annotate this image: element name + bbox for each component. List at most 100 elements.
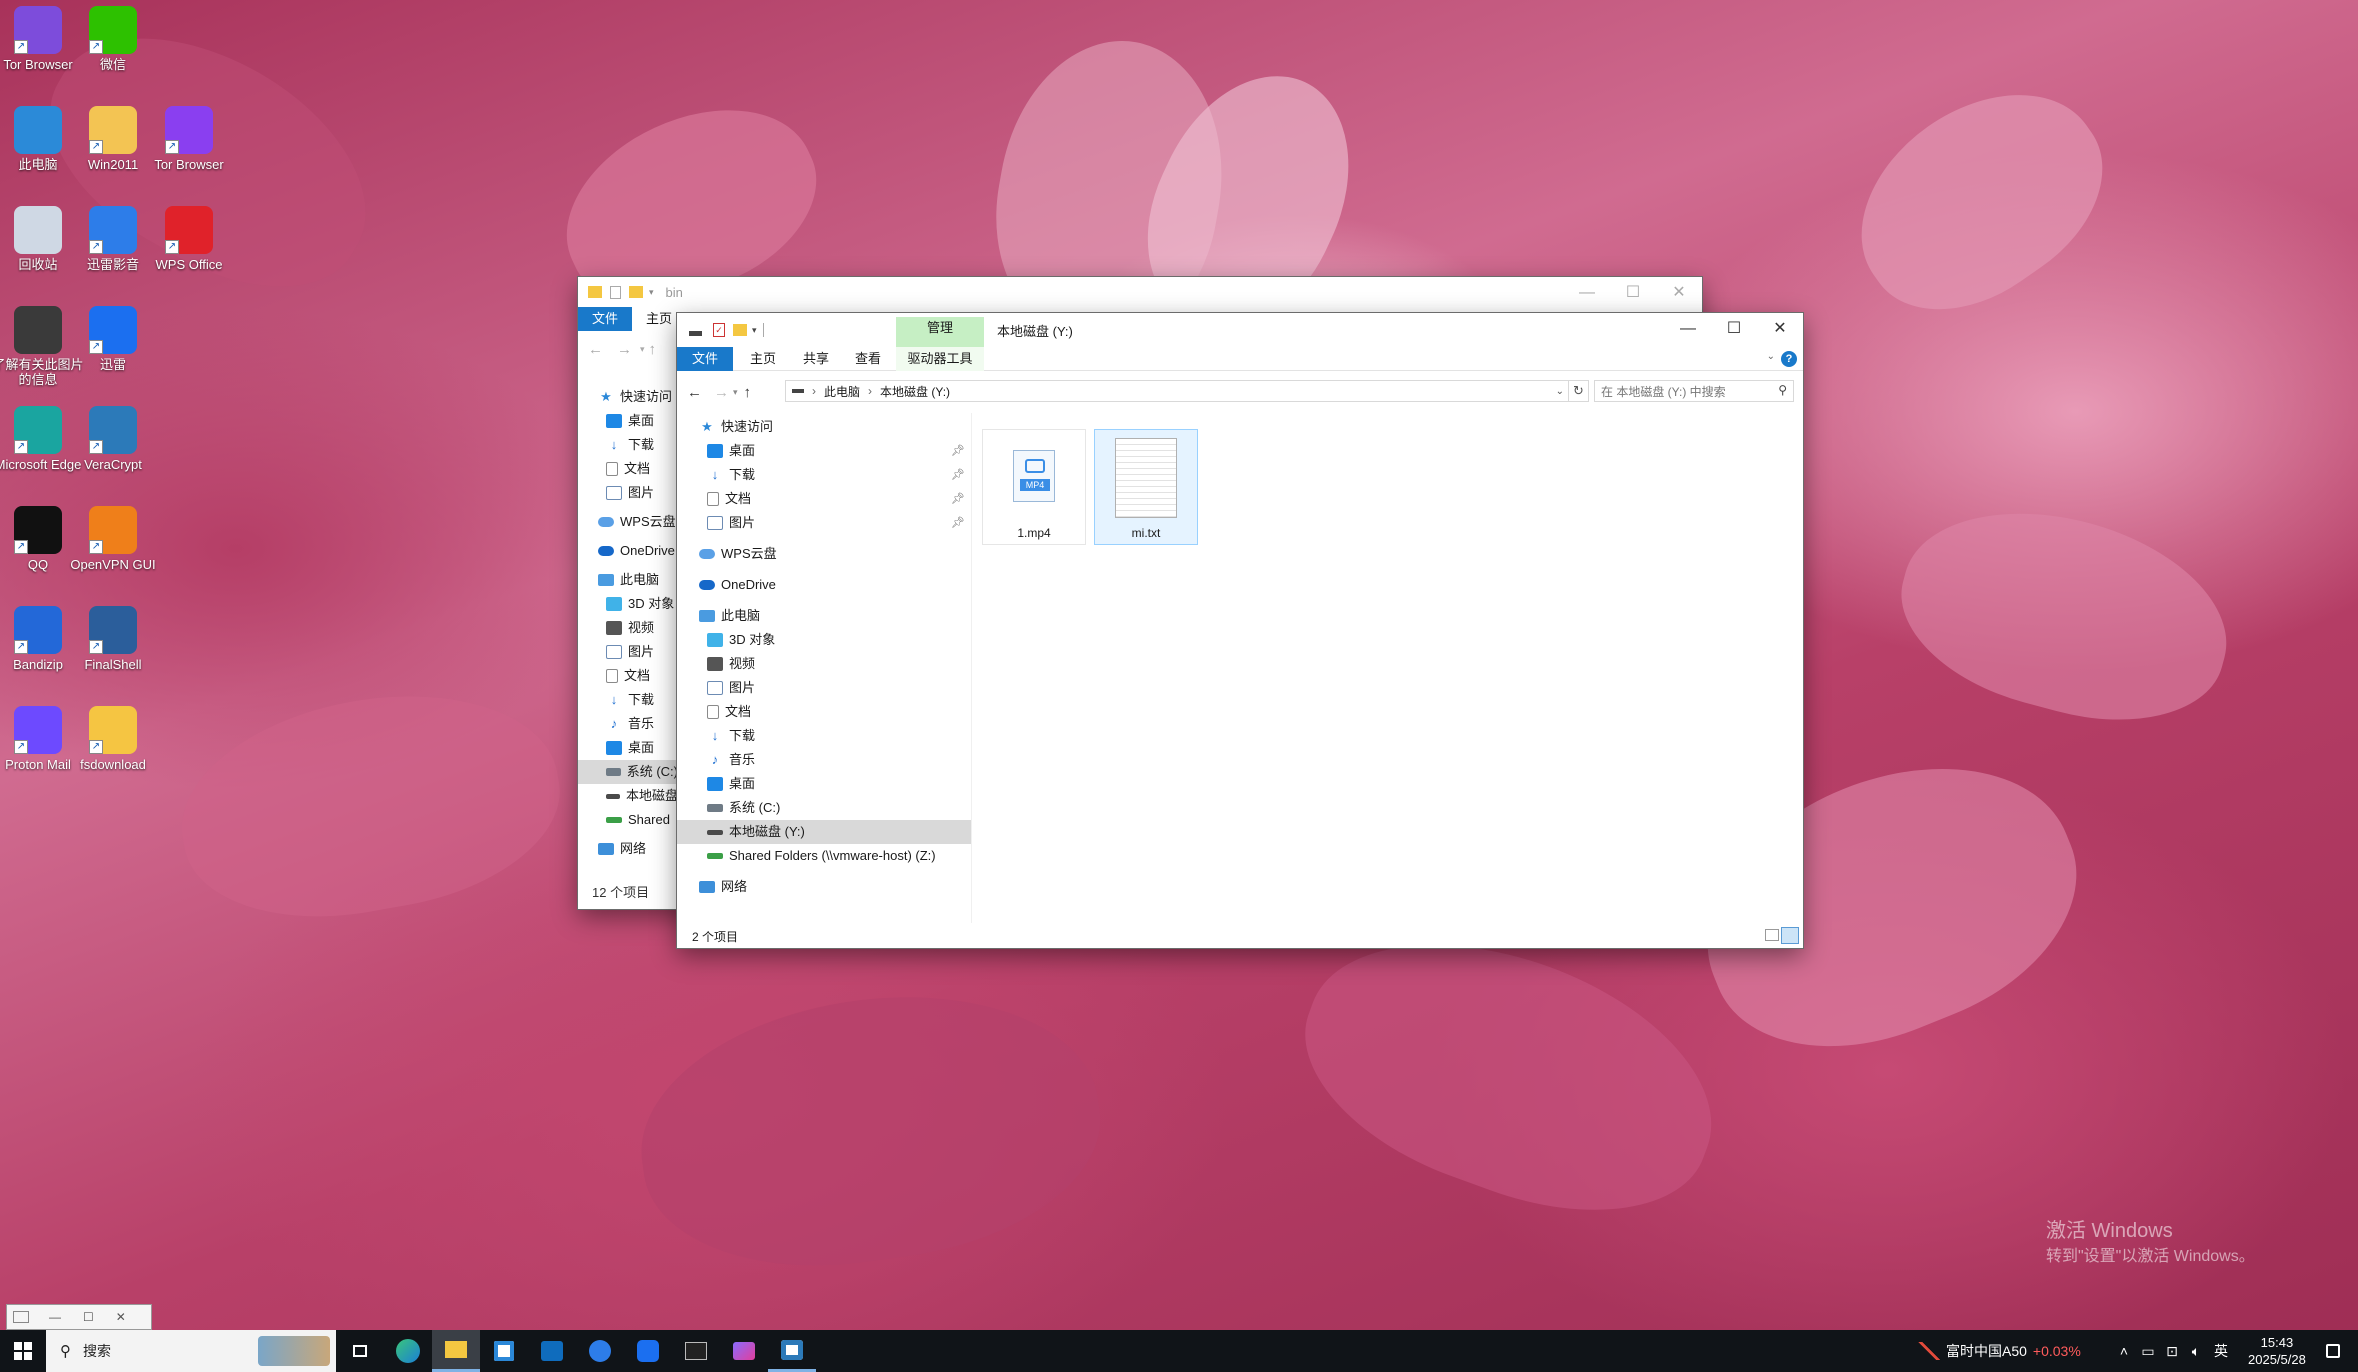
- nav-item[interactable]: 文档: [677, 700, 971, 724]
- taskbar-store[interactable]: [480, 1330, 528, 1372]
- taskbar-edge[interactable]: [384, 1330, 432, 1372]
- desktop-icon[interactable]: ↗ VeraCrypt: [65, 406, 161, 472]
- taskbar-search-box[interactable]: ⚲ 搜索: [46, 1330, 336, 1372]
- new-folder-icon[interactable]: [629, 286, 643, 298]
- nav-item[interactable]: ♪ 音乐: [677, 748, 971, 772]
- nav-item[interactable]: 系统 (C:): [677, 796, 971, 820]
- nav-item[interactable]: 文档: [578, 664, 678, 688]
- nav-item[interactable]: 图片 📌︎: [677, 511, 971, 535]
- nav-item[interactable]: 3D 对象: [578, 592, 678, 616]
- nav-item[interactable]: 本地磁盘: [578, 784, 678, 808]
- up-arrow-icon[interactable]: ↑: [744, 384, 752, 401]
- minimized-window-tab[interactable]: — ☐ ✕: [6, 1304, 152, 1330]
- nav-item[interactable]: ★ 快速访问: [578, 385, 678, 409]
- ribbon-expand-chevron-icon[interactable]: ⌄: [1767, 351, 1775, 362]
- taskbar-xunlei-player[interactable]: [576, 1330, 624, 1372]
- forward-arrow-icon[interactable]: →: [714, 384, 729, 401]
- taskbar-file-explorer[interactable]: [432, 1330, 480, 1372]
- chevron-down-icon[interactable]: ▾: [640, 344, 645, 355]
- tab-view[interactable]: 查看: [839, 347, 897, 371]
- nav-item[interactable]: WPS云盘: [677, 542, 971, 566]
- recent-locations-chevron-icon[interactable]: ▾: [733, 387, 738, 398]
- quick-access-dropdown-icon[interactable]: ▾: [649, 287, 654, 298]
- desktop-icon[interactable]: ↗ OpenVPN GUI: [65, 506, 161, 572]
- nav-item[interactable]: 文档 📌︎: [677, 487, 971, 511]
- minimize-button[interactable]: —: [1564, 277, 1610, 309]
- start-button[interactable]: [0, 1330, 46, 1372]
- nav-item[interactable]: 此电脑: [578, 568, 678, 592]
- properties-icon[interactable]: ✓: [713, 323, 725, 337]
- taskbar-proton-mail[interactable]: [720, 1330, 768, 1372]
- stock-widget[interactable]: 富时中国A50 +0.03%: [1918, 1330, 2081, 1372]
- network-status-icon[interactable]: ▭: [2136, 1343, 2160, 1360]
- properties-icon[interactable]: [610, 285, 621, 299]
- nav-item[interactable]: WPS云盘: [578, 510, 678, 534]
- nav-item[interactable]: 桌面: [677, 772, 971, 796]
- file-item[interactable]: mi.txt: [1094, 429, 1198, 545]
- back-arrow-icon[interactable]: ←: [687, 384, 702, 401]
- nav-item[interactable]: ♪ 音乐: [578, 712, 678, 736]
- nav-item[interactable]: ↓ 下载: [578, 688, 678, 712]
- nav-item[interactable]: 文档: [578, 457, 678, 481]
- quick-access-dropdown-icon[interactable]: ▾: [752, 325, 757, 336]
- display-icon[interactable]: ⊡: [2160, 1343, 2184, 1360]
- back-arrow-icon[interactable]: ←: [588, 341, 603, 358]
- nav-item[interactable]: Shared: [578, 808, 678, 832]
- notification-center-icon[interactable]: [2325, 1344, 2340, 1358]
- maximize-button[interactable]: ☐: [1610, 277, 1656, 309]
- breadcrumb-chevron-icon[interactable]: ›: [812, 384, 816, 398]
- nav-item[interactable]: 桌面: [578, 409, 678, 433]
- nav-item[interactable]: 3D 对象: [677, 628, 971, 652]
- search-box[interactable]: 在 本地磁盘 (Y:) 中搜索 ⚲: [1594, 380, 1794, 402]
- nav-item[interactable]: 网络: [578, 837, 678, 861]
- tab-home[interactable]: 主页: [733, 347, 793, 371]
- nav-item[interactable]: ↓ 下载: [578, 433, 678, 457]
- nav-item[interactable]: 图片: [677, 676, 971, 700]
- help-icon[interactable]: ?: [1781, 351, 1797, 367]
- nav-item[interactable]: Shared Folders (\\vmware-host) (Z:): [677, 844, 971, 868]
- task-view-button[interactable]: [336, 1330, 384, 1372]
- maximize-button[interactable]: ☐: [1711, 313, 1757, 345]
- breadcrumb-chevron-icon[interactable]: ›: [868, 384, 872, 398]
- nav-item[interactable]: 桌面: [578, 736, 678, 760]
- close-button[interactable]: ✕: [1757, 313, 1803, 345]
- breadcrumb-this-pc[interactable]: 此电脑: [824, 383, 860, 400]
- explorer-window-local-disk[interactable]: ✓ ▾ 管理 本地磁盘 (Y:) — ☐ ✕ 文件 主页 共享 查看 驱动器工具…: [677, 313, 1803, 948]
- breadcrumb-local-disk[interactable]: 本地磁盘 (Y:): [880, 383, 950, 400]
- up-arrow-icon[interactable]: ↑: [649, 341, 657, 358]
- address-bar[interactable]: › 此电脑 › 本地磁盘 (Y:) ⌄: [785, 380, 1569, 402]
- tab-share[interactable]: 共享: [793, 347, 839, 371]
- desktop-icon[interactable]: ↗ 微信: [65, 6, 161, 72]
- nav-item[interactable]: ★ 快速访问: [677, 415, 971, 439]
- nav-item[interactable]: 视频: [578, 616, 678, 640]
- close-button[interactable]: ✕: [116, 1310, 126, 1324]
- maximize-button[interactable]: ☐: [83, 1310, 94, 1324]
- file-item[interactable]: MP4 1.mp4: [982, 429, 1086, 545]
- nav-item[interactable]: OneDrive: [578, 539, 678, 563]
- desktop-icon[interactable]: ↗ WPS Office: [141, 206, 237, 272]
- forward-arrow-icon[interactable]: →: [617, 341, 632, 358]
- desktop-icon[interactable]: ↗ fsdownload: [65, 706, 161, 772]
- desktop-icon[interactable]: ↗ FinalShell: [65, 606, 161, 672]
- details-view-button[interactable]: [1765, 929, 1779, 941]
- nav-item[interactable]: 桌面 📌︎: [677, 439, 971, 463]
- nav-item[interactable]: ↓ 下载 📌︎: [677, 463, 971, 487]
- minimize-button[interactable]: —: [49, 1310, 61, 1324]
- refresh-button[interactable]: ↻: [1569, 380, 1589, 402]
- nav-item[interactable]: 图片: [578, 481, 678, 505]
- nav-item[interactable]: 系统 (C:): [578, 760, 678, 784]
- taskbar-xunlei[interactable]: [624, 1330, 672, 1372]
- nav-item[interactable]: 此电脑: [677, 604, 971, 628]
- volume-icon[interactable]: 🔈︎: [2184, 1343, 2208, 1360]
- contextual-tab-header[interactable]: 管理: [896, 317, 984, 347]
- close-button[interactable]: ✕: [1656, 277, 1702, 309]
- input-method-indicator[interactable]: 英: [2208, 1341, 2234, 1361]
- nav-item[interactable]: OneDrive: [677, 573, 971, 597]
- tab-file[interactable]: 文件: [677, 346, 734, 371]
- nav-item[interactable]: 本地磁盘 (Y:): [677, 820, 971, 844]
- nav-item[interactable]: ↓ 下载: [677, 724, 971, 748]
- nav-item[interactable]: 网络: [677, 875, 971, 899]
- taskbar-outlook[interactable]: [528, 1330, 576, 1372]
- show-hidden-icons-chevron-icon[interactable]: ˄: [2112, 1343, 2136, 1359]
- desktop-icon[interactable]: ↗ 迅雷: [65, 306, 161, 372]
